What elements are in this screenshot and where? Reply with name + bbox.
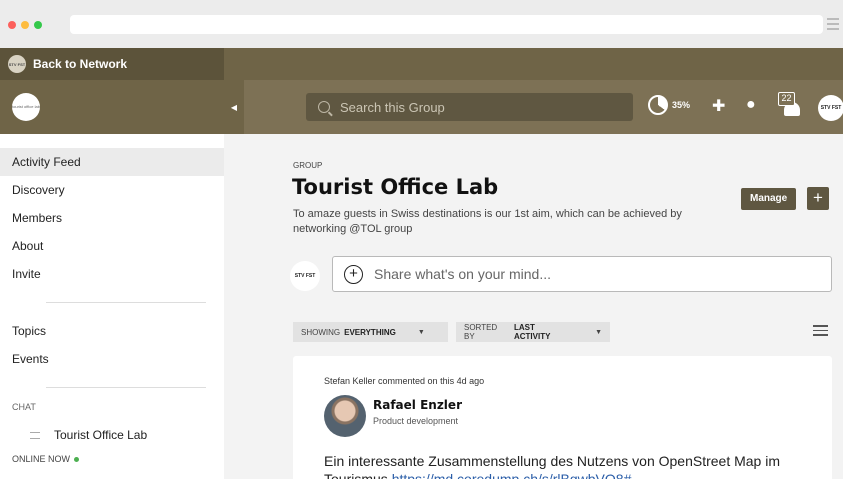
main-content: GROUP Tourist Office Lab To amaze guests… — [224, 134, 843, 479]
network-bar: STV FST Back to Network — [0, 48, 843, 80]
sidebar-collapse-button[interactable]: ◀ — [224, 80, 244, 134]
maximize-window-button[interactable] — [34, 21, 42, 29]
online-now-label: ONLINE NOW — [12, 454, 71, 464]
progress-label: 35% — [672, 100, 691, 110]
window-controls — [8, 21, 42, 29]
notification-count: 22 — [778, 92, 795, 106]
show-filter-prefix: SHOWING — [301, 327, 341, 337]
group-description: To amaze guests in Swiss destinations is… — [293, 208, 682, 235]
sidebar-item-discovery[interactable]: Discovery — [0, 176, 224, 204]
sidebar-item-topics[interactable]: Topics — [0, 317, 224, 345]
add-friend-icon[interactable]: ✚ — [712, 96, 725, 116]
close-window-button[interactable] — [8, 21, 16, 29]
chevron-down-icon: ▼ — [595, 328, 602, 336]
author-avatar[interactable] — [324, 395, 366, 437]
address-bar[interactable] — [70, 15, 823, 34]
author-name[interactable]: Rafael Enzler — [373, 398, 462, 412]
chat-section-label: CHAT — [12, 402, 36, 412]
chevron-down-icon: ▼ — [417, 328, 425, 336]
sidebar-divider — [46, 387, 206, 388]
composer-placeholder: Share what's on your mind... — [374, 266, 551, 282]
messages-icon[interactable]: ● — [746, 96, 756, 114]
composer-avatar: STV FST — [290, 261, 320, 291]
sort-filter-prefix: SORTED BY — [464, 323, 498, 341]
sidebar-item-invite[interactable]: Invite — [0, 260, 224, 288]
online-now-section: ONLINE NOW — [0, 454, 224, 464]
sidebar-item-activity-feed[interactable]: Activity Feed — [0, 148, 224, 176]
show-filter-value: EVERYTHING — [344, 327, 396, 337]
sort-filter-value: LAST ACTIVITY — [513, 323, 551, 341]
profile-progress[interactable]: 35% — [648, 95, 690, 115]
author-role: Product development — [373, 416, 459, 426]
user-avatar[interactable]: STV FST — [818, 95, 843, 121]
minimize-window-button[interactable] — [21, 21, 29, 29]
online-status-icon — [74, 456, 80, 462]
list-view-icon[interactable] — [813, 325, 828, 338]
search-input[interactable] — [340, 99, 600, 115]
manage-button[interactable]: Manage — [741, 188, 797, 210]
activity-meta: Stefan Keller commented on this 4d ago — [324, 376, 485, 386]
post-body: Ein interessante Zusammenstellung des Nu… — [324, 452, 824, 479]
progress-pie-icon — [648, 95, 668, 115]
sidebar-item-members[interactable]: Members — [0, 204, 224, 232]
chat-room-label: Tourist Office Lab — [54, 428, 148, 442]
sort-filter-dropdown[interactable]: SORTED BY LAST ACTIVITY ▼ — [456, 322, 610, 342]
sidebar-item-events[interactable]: Events — [0, 345, 224, 373]
add-button[interactable]: + — [807, 187, 829, 210]
browser-menu-icon[interactable] — [827, 18, 839, 30]
sidebar-item-about[interactable]: About — [0, 232, 224, 260]
chat-room-item[interactable]: Tourist Office Lab — [0, 428, 224, 442]
search-icon — [318, 101, 330, 113]
group-sidebar: Activity Feed Discovery Members About In… — [0, 134, 224, 479]
header-left-panel: tourist office lab — [0, 80, 224, 134]
activity-card: Stefan Keller commented on this 4d ago R… — [293, 356, 832, 479]
back-to-network-label: Back to Network — [33, 57, 128, 71]
back-to-network-link[interactable]: STV FST Back to Network — [0, 48, 224, 80]
add-circle-icon: + — [344, 264, 363, 284]
page-title: Tourist Office Lab — [292, 175, 499, 199]
search-box[interactable] — [306, 93, 633, 121]
show-filter-dropdown[interactable]: SHOWING EVERYTHING ▼ — [293, 322, 448, 342]
post-link[interactable]: https://md.coredump.ch/s/rlBgwbVQ8# — [392, 471, 632, 479]
sidebar-divider — [46, 302, 206, 303]
post-composer[interactable]: + Share what's on your mind... — [332, 256, 832, 292]
browser-chrome — [0, 0, 843, 48]
group-eyebrow: GROUP — [293, 161, 323, 170]
chat-icon — [30, 431, 40, 439]
group-logo[interactable]: tourist office lab — [12, 93, 40, 121]
group-header-bar: tourist office lab ◀ 35% ✚ ● 22 STV FST — [0, 80, 843, 134]
network-logo: STV FST — [8, 55, 26, 73]
